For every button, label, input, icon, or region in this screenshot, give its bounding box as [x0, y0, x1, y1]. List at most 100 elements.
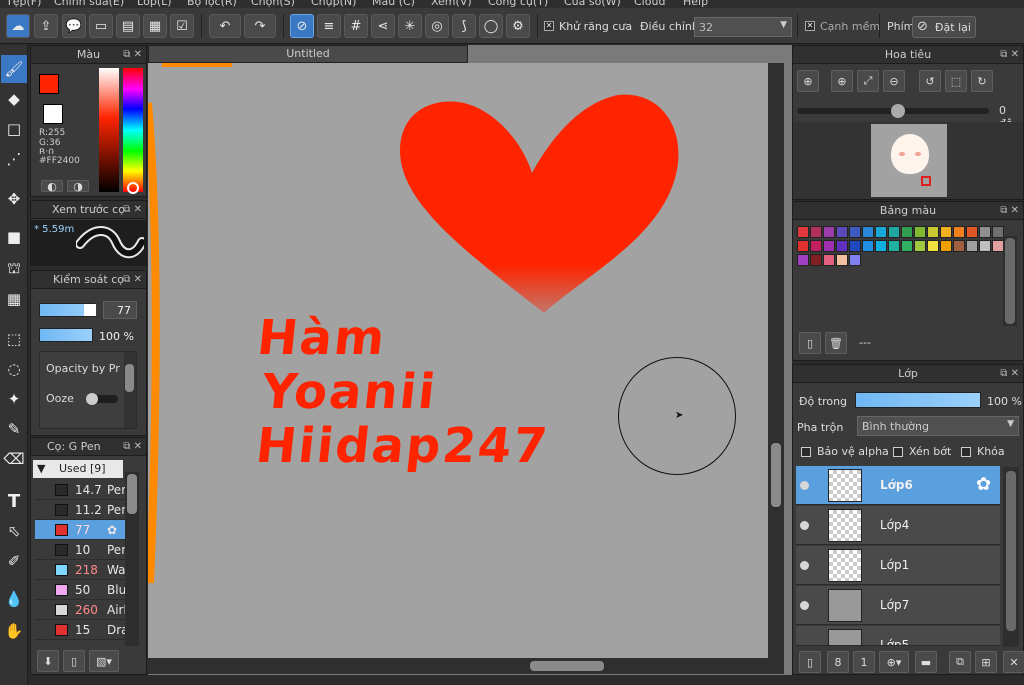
eraser-tool-icon[interactable]: ◆: [1, 85, 27, 113]
palette-swatch[interactable]: [849, 254, 861, 266]
layer-row[interactable]: Lớp1: [796, 546, 1000, 585]
palette-swatch[interactable]: [862, 240, 874, 252]
blend-mode-select[interactable]: Bình thường ▼: [857, 416, 1019, 436]
eyedropper-icon[interactable]: 💧: [1, 585, 27, 613]
palette-swatch[interactable]: [927, 226, 939, 238]
select-pen-icon[interactable]: ✎: [1, 415, 27, 443]
secondary-color-swatch[interactable]: [43, 104, 63, 124]
export-icon[interactable]: ⇪: [34, 14, 58, 38]
palette-swatch[interactable]: [953, 240, 965, 252]
text-tool-icon[interactable]: T: [1, 487, 27, 515]
brush-item[interactable]: 14.7 Pen: [35, 480, 129, 500]
layer-row[interactable]: Lớp5: [796, 626, 1000, 646]
rect-select-icon[interactable]: ⬚: [1, 325, 27, 353]
undo-icon[interactable]: ↶: [209, 14, 241, 38]
palette-swatch[interactable]: [940, 226, 952, 238]
brush-group-header[interactable]: ▼ Used [9]: [33, 460, 123, 478]
folder-icon[interactable]: ▬: [915, 651, 937, 673]
add-layer-menu-icon[interactable]: ⊕▾: [879, 651, 909, 673]
duplicate-layer-icon[interactable]: ⧉: [949, 651, 971, 673]
palette-swatch[interactable]: [849, 240, 861, 252]
layer-row[interactable]: Lớp4: [796, 506, 1000, 545]
cloud-icon[interactable]: ☁: [6, 14, 30, 38]
eye-icon[interactable]: [800, 561, 809, 570]
eye-icon[interactable]: [800, 601, 809, 610]
soft-edge-checkbox[interactable]: ✕: [805, 21, 815, 31]
grid-snap-icon[interactable]: #: [344, 14, 368, 38]
lock-checkbox[interactable]: [961, 447, 971, 457]
canvas-vscroll[interactable]: [768, 63, 784, 658]
palette-swatch[interactable]: [823, 254, 835, 266]
palette-swatch[interactable]: [797, 240, 809, 252]
brush-menu-icon[interactable]: ▧▾: [89, 650, 119, 672]
ellipse-snap-icon[interactable]: ◯: [479, 14, 503, 38]
gear-icon[interactable]: ✿: [976, 474, 991, 495]
menu-view[interactable]: Xem(V): [431, 0, 472, 8]
opacity-by-pressure-label[interactable]: Opacity by Pr: [46, 362, 124, 375]
layer-row-selected[interactable]: Lớp6 ✿: [796, 466, 1000, 505]
magic-wand-icon[interactable]: ✦: [1, 385, 27, 413]
brush-list-scrollbar[interactable]: [125, 472, 139, 646]
brush-new-icon[interactable]: ▯: [63, 650, 85, 672]
palette-swatch[interactable]: [823, 226, 835, 238]
zoom-out-icon[interactable]: ⊖: [883, 70, 905, 92]
palette-swatch[interactable]: [914, 226, 926, 238]
palette-swatch[interactable]: [823, 240, 835, 252]
palette-swatch[interactable]: [888, 240, 900, 252]
palette-swatch[interactable]: [810, 254, 822, 266]
brush-item[interactable]: 260 Airb: [35, 600, 131, 620]
brush-download-icon[interactable]: ⬇: [37, 650, 59, 672]
speech-bubble-icon[interactable]: 💬: [62, 14, 86, 38]
palette-swatch[interactable]: [875, 240, 887, 252]
palette-swatch[interactable]: [966, 240, 978, 252]
brush-item-selected[interactable]: 77 ✿: [35, 520, 125, 540]
brush-item[interactable]: 10 Pen: [35, 540, 129, 560]
new-layer-icon[interactable]: ▯: [799, 651, 821, 673]
navigator-preview[interactable]: [793, 122, 1023, 199]
adjust-select[interactable]: 32 ▼: [694, 17, 792, 37]
hand-tool-icon[interactable]: ✋: [1, 617, 27, 645]
new-1bit-layer-icon[interactable]: 1: [853, 651, 875, 673]
rect-fill-icon[interactable]: ■: [1, 223, 27, 251]
perspective-snap-icon[interactable]: ⋖: [371, 14, 395, 38]
primary-color-swatch[interactable]: [39, 74, 59, 94]
dot-brush-icon[interactable]: ⋰: [1, 145, 27, 173]
menu-edit[interactable]: Chỉnh sửa(E): [54, 0, 124, 8]
palette-swatch[interactable]: [901, 240, 913, 252]
palette-swatch[interactable]: [979, 226, 991, 238]
eye-icon[interactable]: [800, 521, 809, 530]
palette-swatch[interactable]: [810, 240, 822, 252]
zoom-fit-icon[interactable]: ⊕: [797, 70, 819, 92]
divide-tool-icon[interactable]: ✐: [1, 547, 27, 575]
lasso-select-icon[interactable]: ◌: [1, 355, 27, 383]
palette-swatch[interactable]: [810, 226, 822, 238]
antialias-checkbox[interactable]: ✕: [544, 21, 554, 31]
gradient-tool-icon[interactable]: ▦: [1, 285, 27, 313]
brush-opacity-slider[interactable]: [39, 328, 93, 342]
color-picker-button[interactable]: ◑: [67, 180, 89, 193]
operation-tool-icon[interactable]: ⬁: [1, 517, 27, 545]
palette-swatch[interactable]: [940, 240, 952, 252]
brush-options-scrollbar[interactable]: [124, 352, 136, 428]
palette-swatch[interactable]: [836, 254, 848, 266]
color-mode-button[interactable]: ◐: [41, 180, 63, 193]
palette-swatch[interactable]: [875, 226, 887, 238]
menu-help[interactable]: Help: [683, 0, 708, 8]
drawing-canvas[interactable]: Hàm Yoanii Hiidap247 ➤: [148, 63, 768, 658]
bucket-tool-icon[interactable]: ⛫: [1, 255, 27, 283]
new-8bit-layer-icon[interactable]: 8: [827, 651, 849, 673]
fit-window-icon[interactable]: ⤢: [857, 70, 879, 92]
grid-document-icon[interactable]: ▦: [143, 14, 167, 38]
trash-icon[interactable]: 🗑: [825, 332, 847, 354]
reset-button[interactable]: ⊘ Đặt lại: [912, 16, 976, 38]
brush-item[interactable]: 11.2 Pen: [35, 500, 129, 520]
palette-swatch[interactable]: [836, 240, 848, 252]
document-icon[interactable]: ▤: [116, 14, 140, 38]
layer-row[interactable]: Lớp7: [796, 586, 1000, 625]
shape-tool-icon[interactable]: □: [1, 115, 27, 143]
brush-tool-icon[interactable]: 🖌: [1, 55, 27, 83]
curve-snap-icon[interactable]: ⟆: [452, 14, 476, 38]
menu-layer[interactable]: Lớp(L): [137, 0, 172, 8]
hue-slider[interactable]: [123, 68, 143, 192]
flip-icon[interactable]: ⬚: [945, 70, 967, 92]
